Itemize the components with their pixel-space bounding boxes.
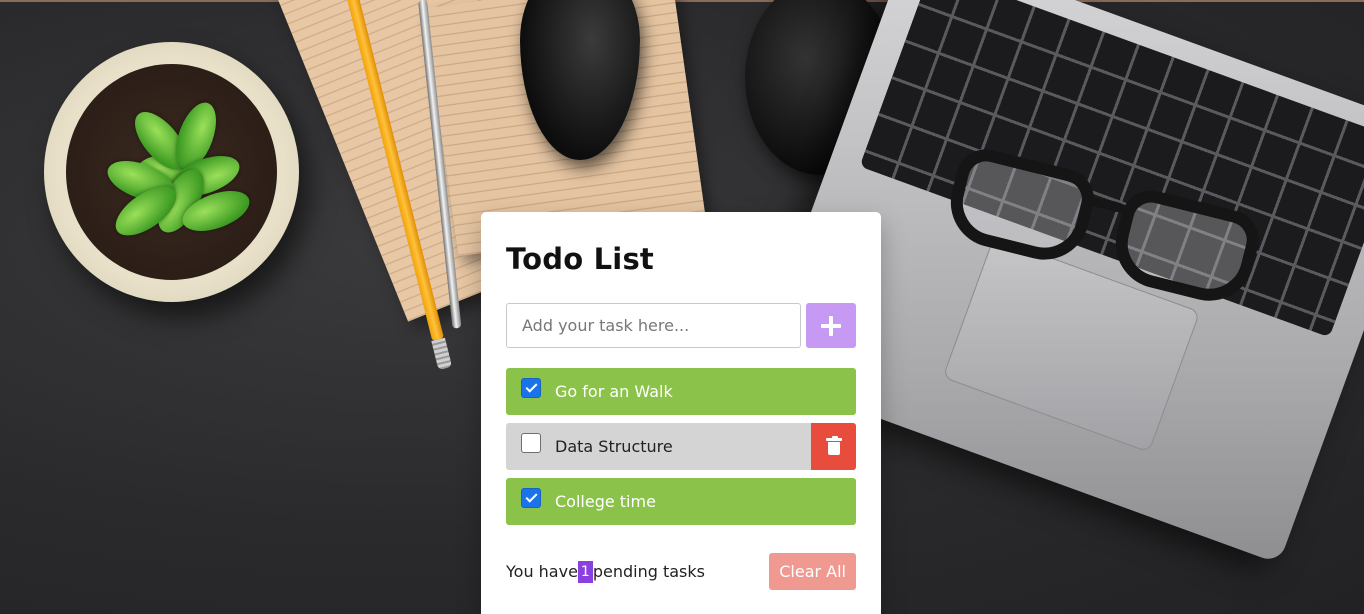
delete-task-button[interactable] xyxy=(811,423,856,470)
trash-icon xyxy=(825,436,842,455)
plant-soil xyxy=(66,64,277,280)
plant-pot-image xyxy=(44,42,299,302)
trash-icon-lid xyxy=(825,438,842,441)
task-checkbox[interactable] xyxy=(521,432,541,453)
checkmark-icon xyxy=(524,380,538,393)
task-input[interactable] xyxy=(506,303,801,348)
task-list: Go for an Walk Data Structure College ti… xyxy=(506,368,856,533)
pending-suffix: pending tasks xyxy=(592,562,705,581)
todo-card: Todo List Go for an Walk Data Structure xyxy=(481,212,881,614)
checkmark-icon xyxy=(524,490,538,503)
pending-summary: You have 1 pending tasks xyxy=(506,560,705,583)
task-checkbox[interactable] xyxy=(521,377,541,398)
add-task-button[interactable] xyxy=(806,303,856,348)
task-checkbox[interactable] xyxy=(521,487,541,508)
page-title: Todo List xyxy=(506,242,654,276)
task-item[interactable]: Data Structure xyxy=(506,423,856,470)
task-item[interactable]: Go for an Walk xyxy=(506,368,856,415)
task-label: Go for an Walk xyxy=(555,382,673,401)
task-footer: You have 1 pending tasks Clear All xyxy=(506,553,856,590)
pending-prefix: You have xyxy=(506,562,578,581)
task-label: Data Structure xyxy=(555,437,673,456)
plus-icon xyxy=(821,315,841,336)
pending-count-badge: 1 xyxy=(577,560,593,583)
clear-all-button[interactable]: Clear All xyxy=(769,553,856,590)
glasses-lens-right xyxy=(1106,184,1266,311)
add-task-row xyxy=(506,303,856,348)
task-label: College time xyxy=(555,492,656,511)
trash-icon-bin xyxy=(827,442,840,455)
top-border xyxy=(0,0,1364,2)
task-item[interactable]: College time xyxy=(506,478,856,525)
glasses-lens-left xyxy=(941,143,1101,270)
